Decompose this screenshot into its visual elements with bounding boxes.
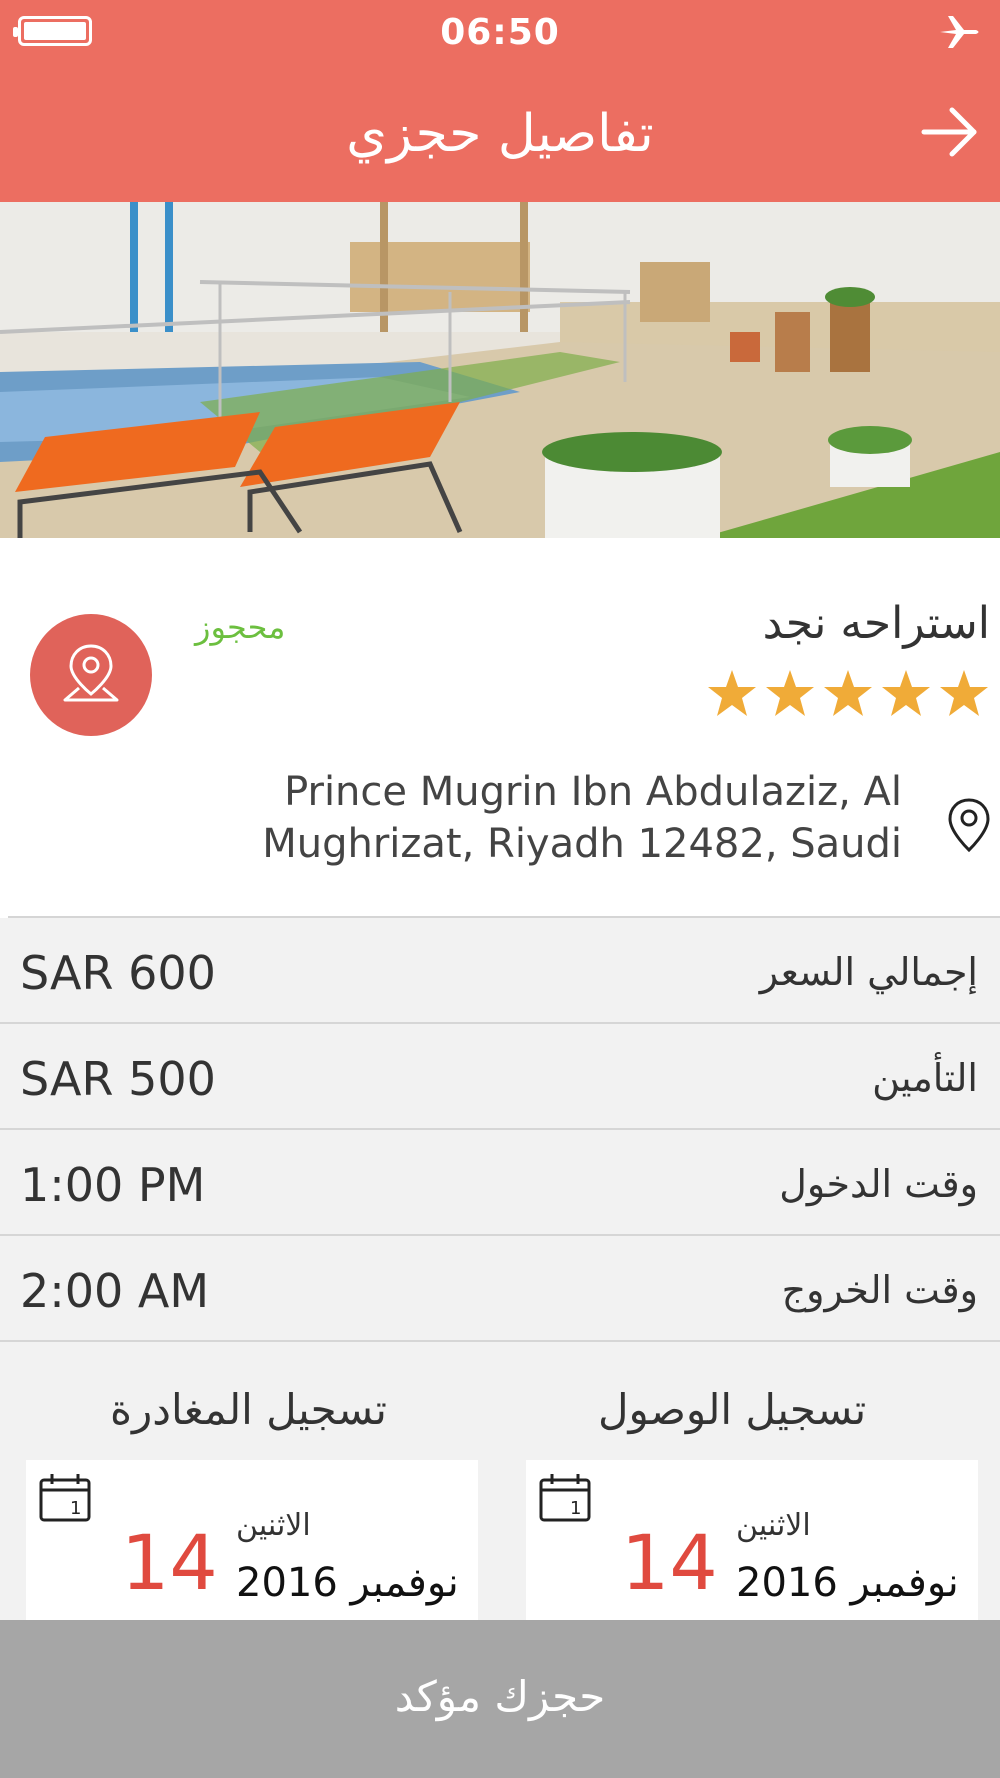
nav-header: تفاصيل حجزي bbox=[0, 64, 1000, 202]
rating-stars bbox=[706, 668, 990, 720]
checkin-time-value: 1:00 PM bbox=[20, 1158, 206, 1212]
detail-row-checkout-time: 2:00 AM وقت الخروج bbox=[0, 1236, 1000, 1342]
checkin-day: 14 bbox=[621, 1518, 718, 1607]
calendar-icon-number: 1 bbox=[570, 1498, 581, 1519]
detail-row-total-price: SAR 600 إجمالي السعر bbox=[0, 918, 1000, 1024]
calendar-icon: 1 bbox=[39, 1474, 91, 1522]
status-bar: 06:50 bbox=[0, 0, 1000, 64]
back-arrow-icon[interactable] bbox=[920, 102, 980, 162]
page-title: تفاصيل حجزي bbox=[346, 104, 654, 164]
deposit-label: التأمين bbox=[872, 1056, 978, 1100]
checkout-weekday: الاثنين bbox=[236, 1508, 311, 1543]
checkout-date-card[interactable]: 1 الاثنين 14 نوفمبر 2016 bbox=[26, 1460, 478, 1620]
checkout-heading: تسجيل المغادرة bbox=[110, 1385, 387, 1434]
map-pin-icon bbox=[63, 644, 119, 702]
property-address: Prince Mugrin Ibn Abdulaziz, Al Mughriza… bbox=[262, 769, 902, 867]
total-price-label: إجمالي السعر bbox=[759, 950, 978, 994]
status-time: 06:50 bbox=[440, 12, 560, 53]
location-pin-icon bbox=[948, 798, 990, 853]
detail-row-deposit: SAR 500 التأمين bbox=[0, 1024, 1000, 1130]
checkin-date-card[interactable]: 1 الاثنين 14 نوفمبر 2016 bbox=[526, 1460, 978, 1620]
star-icon bbox=[708, 670, 756, 716]
detail-row-checkin-time: 1:00 PM وقت الدخول bbox=[0, 1130, 1000, 1236]
checkin-weekday: الاثنين bbox=[736, 1508, 811, 1543]
checkout-time-label: وقت الخروج bbox=[781, 1268, 978, 1312]
total-price-value: SAR 600 bbox=[20, 946, 216, 1000]
property-photo bbox=[0, 202, 1000, 538]
checkin-time-label: وقت الدخول bbox=[779, 1162, 978, 1206]
airplane-mode-icon bbox=[940, 16, 979, 48]
booking-confirmed-button[interactable]: حجزك مؤكد bbox=[0, 1620, 1000, 1778]
deposit-value: SAR 500 bbox=[20, 1052, 216, 1106]
checkout-month-year: نوفمبر 2016 bbox=[236, 1560, 459, 1606]
checkout-day: 14 bbox=[121, 1518, 218, 1607]
map-location-button[interactable] bbox=[30, 614, 152, 736]
checkin-month-year: نوفمبر 2016 bbox=[736, 1560, 959, 1606]
star-icon bbox=[824, 670, 872, 716]
checkin-heading: تسجيل الوصول bbox=[598, 1385, 867, 1434]
star-icon bbox=[766, 670, 814, 716]
calendar-icon-number: 1 bbox=[70, 1498, 81, 1519]
property-name: استراحه نجد bbox=[762, 598, 990, 649]
checkout-time-value: 2:00 AM bbox=[20, 1264, 210, 1318]
booking-confirmed-label: حجزك مؤكد bbox=[394, 1672, 606, 1721]
calendar-icon: 1 bbox=[539, 1474, 591, 1522]
star-icon bbox=[882, 670, 930, 716]
star-icon bbox=[940, 670, 988, 716]
booking-status: محجوز bbox=[195, 608, 286, 646]
property-card: استراحه نجد محجوز Prince Mugrin Ibn Abdu… bbox=[0, 538, 1000, 918]
